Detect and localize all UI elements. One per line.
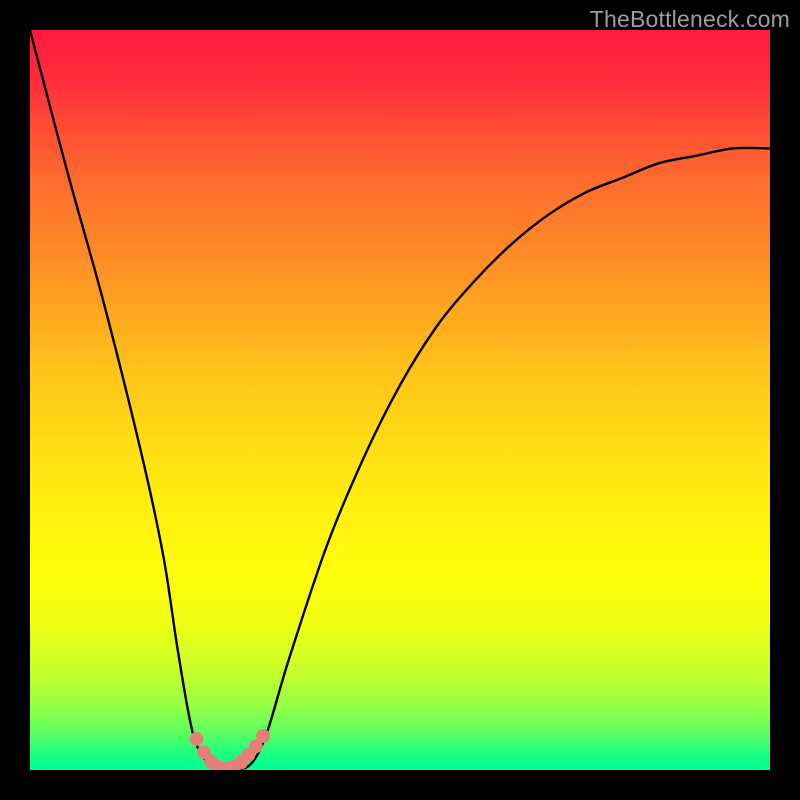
bottleneck-curve-path <box>30 30 770 770</box>
watermark-text: TheBottleneck.com <box>590 6 790 33</box>
highlight-dot <box>256 729 270 743</box>
highlight-dot <box>190 732 204 746</box>
highlight-dots-group <box>190 729 271 770</box>
chart-stage: TheBottleneck.com <box>0 0 800 800</box>
curve-layer <box>30 30 770 770</box>
plot-area <box>30 30 770 770</box>
